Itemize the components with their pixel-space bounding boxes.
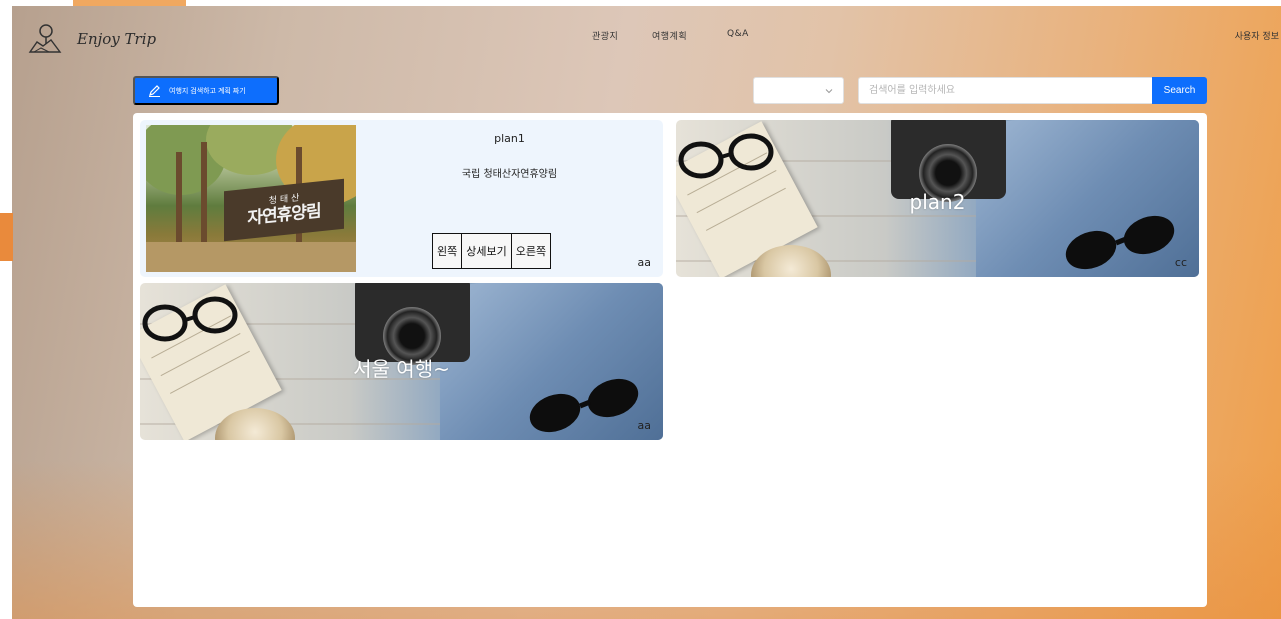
plan-owner: aa [637,419,651,432]
nav-user-info[interactable]: 사용자 정보 [1235,29,1279,42]
plan-title: 서울 여행~ [353,357,450,381]
nav-item-qna[interactable]: Q&A [727,29,749,39]
camera [355,283,470,365]
pencil-icon [149,85,160,97]
sunglasses-icon [1065,215,1175,270]
plan-nav-buttons: 왼쪽 상세보기 오른쪽 [432,233,552,269]
plan-description: 국립 청태산자연휴양림 [461,169,558,180]
forest-sign: 청 태 산 자연휴양림 [224,178,344,242]
plan-card[interactable]: 청 태 산 자연휴양림 plan1 국립 청태산자연휴양림 왼쪽 상세보기 오른… [140,120,663,277]
plan-owner: aa [637,256,651,269]
map-pin-logo-icon[interactable] [27,22,63,58]
plan-card[interactable]: plan2 cc [676,120,1199,277]
tree [201,142,207,242]
search-and-plan-button[interactable]: 여행지 검색하고 계획 짜기 [133,76,279,105]
left-button[interactable]: 왼쪽 [432,233,463,269]
sunglasses-icon [529,378,639,433]
navbar: Enjoy Trip 관광지 여행계획 Q&A 사용자 정보 [12,6,1281,76]
tree [176,152,182,242]
search-category-select[interactable] [753,77,844,104]
plan-title: plan1 [494,132,525,145]
eyeglasses-icon [142,296,238,342]
decorative-tab-left [0,213,13,261]
search-button[interactable]: Search [1152,77,1207,104]
plan-photo: 청 태 산 자연휴양림 [146,125,356,272]
plan-title: plan2 [909,190,966,214]
ground [146,242,356,272]
camera [891,120,1006,202]
sign-big-text: 자연휴양림 [247,201,321,229]
plan-owner: cc [1174,256,1187,269]
brand-name[interactable]: Enjoy Trip [77,30,156,48]
nav-item-attractions[interactable]: 관광지 [592,29,618,42]
eyeglasses-icon [678,133,774,179]
nav-item-trip-plan[interactable]: 여행계획 [652,29,687,42]
right-button[interactable]: 오른쪽 [511,233,552,269]
plan-button-label: 여행지 검색하고 계획 짜기 [169,87,246,95]
plan-card[interactable]: 서울 여행~ aa [140,283,663,440]
chevron-down-icon [825,89,833,94]
detail-button[interactable]: 상세보기 [462,233,512,269]
search-input[interactable] [858,77,1152,104]
